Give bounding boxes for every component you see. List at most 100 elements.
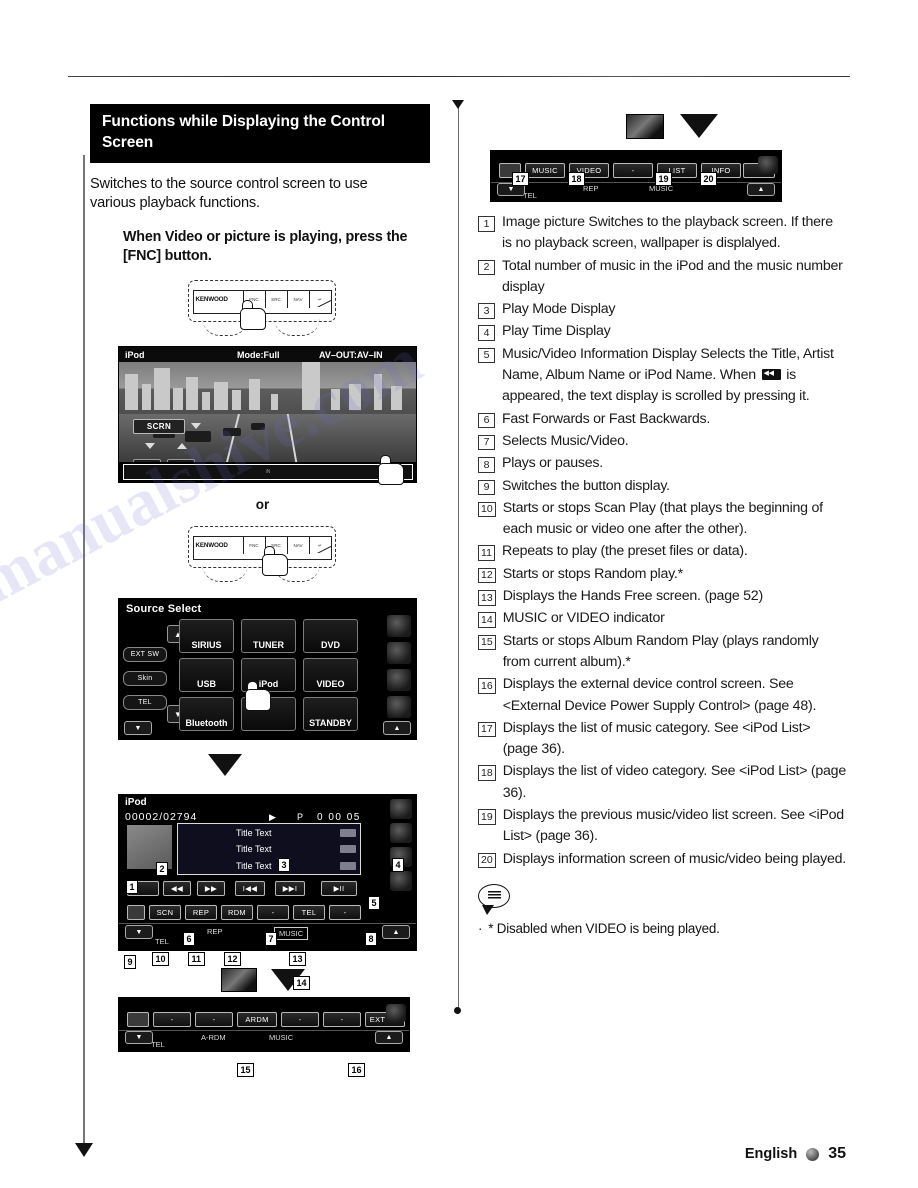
rail-camera-icon[interactable]: [387, 642, 411, 665]
scroll-note-before: When: [719, 367, 760, 384]
strip-blank-1[interactable]: -: [153, 1012, 191, 1028]
source-video-button[interactable]: VIDEO: [303, 658, 358, 693]
source-tuner-button[interactable]: TUNER: [241, 619, 296, 654]
top-blank-1[interactable]: -: [613, 163, 653, 178]
item-number: 19: [478, 809, 496, 825]
item-number: 16: [478, 678, 496, 694]
callout-8: 8: [365, 932, 378, 946]
kenwood-logo: KENWOOD: [194, 537, 244, 555]
hands-free-button[interactable]: TEL: [293, 905, 325, 921]
ctrl-rail-settings-icon[interactable]: [390, 871, 412, 892]
faceplate-swoosh-icon: [310, 536, 332, 553]
info-row: Title Text: [178, 841, 360, 858]
src-button[interactable]: SRC: [266, 291, 288, 309]
column-divider-dot: [454, 1007, 461, 1014]
top-corner-up-button[interactable]: ▲: [747, 183, 775, 196]
item-text: Displays information screen of music/vid…: [502, 850, 846, 867]
source-corner-down-button[interactable]: ▼: [124, 721, 152, 736]
source-dvd-button[interactable]: DVD: [303, 619, 358, 654]
list-item: 10 Starts or stops Scan Play (that plays …: [478, 498, 846, 541]
list-item: 6 Fast Forwards or Fast Backwards.: [478, 409, 846, 430]
callout-16: 16: [348, 1063, 366, 1077]
source-corner-up-button[interactable]: ▲: [383, 721, 411, 736]
strip-switch-display-button[interactable]: [127, 1012, 149, 1028]
second-button-strip-screen[interactable]: - - ARDM - - EXT SW TEL A-RDM MUSIC ▼ ▲: [118, 997, 410, 1053]
item-number: 7: [478, 434, 495, 451]
list-item: 18 Displays the list of video category. S…: [478, 761, 846, 804]
nav-button[interactable]: NAV: [288, 291, 310, 309]
scan-button[interactable]: SCN: [149, 905, 181, 921]
scrn-button[interactable]: SCRN: [133, 419, 185, 435]
scroll-text-icon[interactable]: [340, 845, 356, 853]
item-text: Displays the list of music category. See…: [502, 719, 811, 758]
source-standby-button[interactable]: STANDBY: [303, 697, 358, 732]
volume-down-icon[interactable]: [145, 443, 155, 450]
play-pause-button[interactable]: ▶II: [321, 881, 357, 897]
strip-tel-label: TEL: [151, 1040, 165, 1050]
source-select-screen[interactable]: Source Select EXT SW Skin TEL ▲ ▼ SIRIUS…: [118, 598, 417, 741]
item-text: Image picture Switches to the playback s…: [502, 214, 833, 252]
skin-button[interactable]: Skin: [123, 671, 167, 687]
fast-backward-button[interactable]: ◀◀: [163, 881, 191, 897]
ctrl-rail-camera-icon[interactable]: [390, 823, 412, 844]
music-list-button[interactable]: MUSIC: [525, 163, 565, 178]
nav-button[interactable]: NAV: [288, 537, 310, 555]
item-text: Switches the button display.: [502, 477, 670, 494]
video-playback-screen[interactable]: iPod Mode:Full AV–OUT:AV–IN SCRN iN: [118, 346, 417, 484]
strip-blank-2[interactable]: -: [195, 1012, 233, 1028]
rail-audio-icon[interactable]: [387, 669, 411, 692]
ctrl-rail-video-icon[interactable]: [390, 799, 412, 820]
control-corner-up-button[interactable]: ▲: [382, 925, 410, 940]
blank-button-2[interactable]: -: [329, 905, 361, 921]
kenwood-faceplate-fnc: KENWOOD FNC SRC NAV ↵: [187, 278, 338, 337]
strip-bottom-bar: TEL A-RDM MUSIC ▼ ▲: [119, 1030, 409, 1051]
hand-pointer-icon-video: [378, 455, 404, 486]
item-number: 15: [478, 634, 496, 651]
rail-video-icon[interactable]: [387, 615, 411, 638]
random-button[interactable]: RDM: [221, 905, 253, 921]
blank-button-1[interactable]: -: [257, 905, 289, 921]
album-random-button[interactable]: ARDM: [237, 1012, 277, 1028]
column-divider-arrow-icon: [452, 100, 464, 109]
tel-button[interactable]: TEL: [123, 695, 167, 711]
video-bottom-strip[interactable]: iN: [123, 464, 413, 481]
source-sirius-button[interactable]: SIRIUS: [179, 619, 234, 654]
fast-forward-button[interactable]: ▶▶: [197, 881, 225, 897]
top-strip-arrow-group: [498, 112, 846, 140]
rail-settings-icon[interactable]: [387, 696, 411, 719]
track-previous-button[interactable]: I◀◀: [235, 881, 265, 897]
top-rep-label: REP: [583, 184, 599, 193]
top-rail-settings-icon[interactable]: [758, 156, 778, 174]
source-bluetooth-button[interactable]: Bluetooth: [179, 697, 234, 732]
ext-sw-button[interactable]: EXT SW: [123, 647, 167, 663]
item-number: 6: [478, 412, 495, 429]
item-number: 10: [478, 501, 496, 518]
callout-12: 12: [224, 952, 242, 966]
volume-up-icon[interactable]: [177, 443, 187, 450]
strip-rail-settings-icon[interactable]: [386, 1004, 406, 1023]
control-info-list[interactable]: Title Text Title Text Title Text: [177, 823, 361, 876]
list-button-strip-screen[interactable]: MUSIC VIDEO - LIST INFO - TEL REP MUSIC …: [490, 150, 782, 202]
callout-17: 17: [512, 172, 530, 186]
list-item: 1 Image picture Switches to the playback …: [478, 212, 846, 255]
strip-blank-4[interactable]: -: [323, 1012, 361, 1028]
control-play-time: 0 00 05: [317, 812, 361, 824]
scrn-down-icon[interactable]: [191, 423, 201, 430]
track-next-button[interactable]: ▶▶I: [275, 881, 305, 897]
source-grid: SIRIUS TUNER DVD USB iPod VIDEO Bluetoot…: [179, 619, 361, 732]
control-corner-down-button[interactable]: ▼: [125, 925, 153, 940]
strip-corner-up-button[interactable]: ▲: [375, 1031, 403, 1045]
bottom-rep-label: REP: [207, 927, 223, 937]
item-number: 8: [478, 457, 495, 473]
repeat-button[interactable]: REP: [185, 905, 217, 921]
footer-globe-icon: [806, 1147, 820, 1161]
top-bottom-bar: TEL REP MUSIC ▼ ▲: [491, 182, 781, 201]
switch-button-display-button[interactable]: [127, 905, 145, 921]
scroll-text-icon[interactable]: [340, 828, 356, 837]
strip-blank-3[interactable]: -: [281, 1012, 319, 1028]
item-text: Displays the external device control scr…: [502, 676, 817, 714]
item-text: Repeats to play (the preset files or dat…: [502, 543, 748, 560]
strip-corner-down-button[interactable]: ▼: [125, 1031, 153, 1045]
source-usb-button[interactable]: USB: [179, 658, 234, 693]
scroll-text-icon[interactable]: [340, 861, 356, 870]
